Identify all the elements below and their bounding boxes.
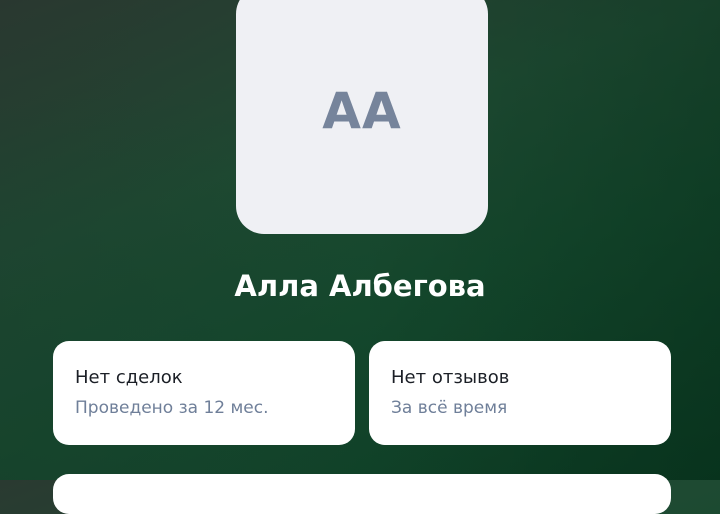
reviews-stat-card[interactable]: Нет отзывов За всё время <box>369 341 671 445</box>
reviews-stat-title: Нет отзывов <box>391 367 510 388</box>
deals-stat-title: Нет сделок <box>75 367 183 388</box>
profile-name: Алла Албегова <box>234 269 486 303</box>
avatar-initials: АА <box>322 82 402 140</box>
avatar[interactable]: АА <box>236 0 488 234</box>
reviews-stat-subtitle: За всё время <box>391 398 508 418</box>
next-card[interactable] <box>53 474 671 514</box>
deals-stat-card[interactable]: Нет сделок Проведено за 12 мес. <box>53 341 355 445</box>
deals-stat-subtitle: Проведено за 12 мес. <box>75 398 269 418</box>
